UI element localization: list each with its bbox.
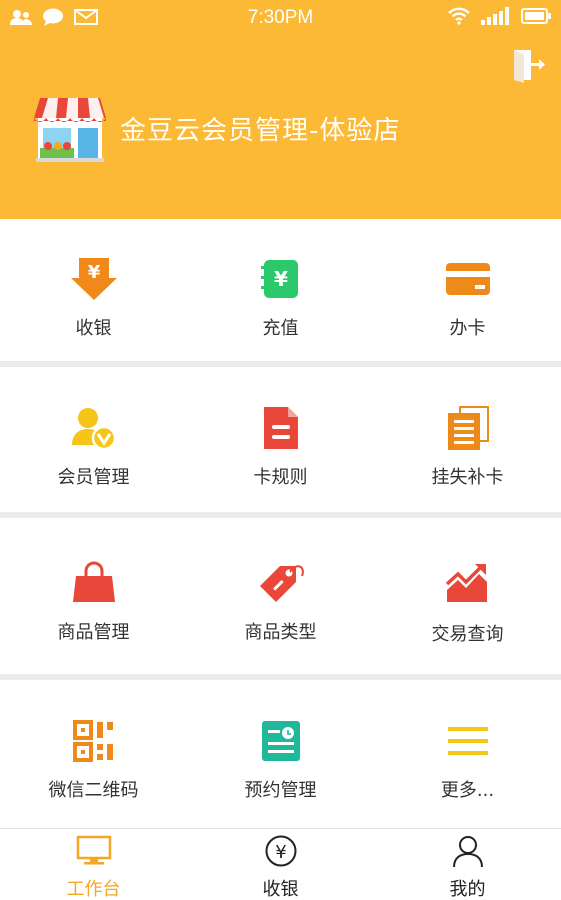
tab-cashier-label: 收银	[262, 879, 299, 900]
menu-row-3: 商品管理 商品类型 交易查询	[0, 518, 561, 674]
status-system	[447, 7, 551, 25]
more-label: 更多...	[440, 780, 495, 801]
cashier-label: 收银	[75, 318, 112, 339]
open-card-label: 办卡	[449, 318, 486, 339]
monitor-icon	[76, 835, 111, 865]
lost-replace-button[interactable]: 挂失补卡	[374, 405, 561, 489]
wechat-qr-button[interactable]: 微信二维码	[0, 718, 187, 802]
wechat-qr-label: 微信二维码	[48, 780, 139, 801]
shopping-bag-icon	[72, 561, 115, 602]
menu-row-2: 会员管理 卡规则 挂失补卡	[0, 367, 561, 512]
price-tag-icon	[259, 565, 304, 602]
lost-replace-label: 挂失补卡	[431, 467, 504, 488]
recharge-button[interactable]: ¥ 充值	[187, 256, 374, 340]
tab-mine[interactable]: 我的	[374, 835, 561, 900]
menu-row-4: 微信二维码 预约管理 更多...	[0, 680, 561, 828]
svg-text:¥: ¥	[274, 267, 288, 291]
logout-button[interactable]	[511, 47, 547, 83]
menu-lines-icon	[447, 727, 488, 755]
bottom-tab-bar: 工作台 ¥ 收银 我的	[0, 828, 561, 900]
cashier-button[interactable]: ¥ 收银	[0, 256, 187, 340]
more-button[interactable]: 更多...	[374, 718, 561, 802]
store-icon	[34, 98, 106, 162]
goods-manage-label: 商品管理	[57, 622, 130, 643]
card-rules-button[interactable]: 卡规则	[187, 405, 374, 489]
menu-row-1: ¥ 收银 ¥ 充值 办卡	[0, 219, 561, 361]
tab-cashier[interactable]: ¥ 收银	[187, 835, 374, 900]
card-rules-label: 卡规则	[253, 467, 308, 488]
status-bar: 7:30PM	[0, 0, 561, 36]
cashier-icon: ¥	[70, 258, 117, 300]
card-icon	[445, 263, 490, 295]
qr-code-icon	[72, 720, 113, 762]
tab-mine-label: 我的	[449, 879, 486, 900]
member-icon	[71, 408, 116, 451]
recharge-label: 充值	[262, 318, 299, 339]
header: 7:30PM 金豆云会员管理-体验店	[0, 0, 561, 219]
booking-manage-label: 预约管理	[244, 780, 317, 801]
document-icon	[263, 407, 298, 449]
booking-manage-button[interactable]: 预约管理	[187, 718, 374, 802]
trend-chart-icon	[445, 564, 487, 602]
copy-documents-icon	[447, 406, 489, 450]
svg-text:¥: ¥	[275, 842, 286, 863]
logout-icon	[514, 50, 545, 83]
tab-workbench[interactable]: 工作台	[0, 835, 187, 900]
transaction-query-label: 交易查询	[431, 624, 504, 645]
member-manage-button[interactable]: 会员管理	[0, 405, 187, 489]
wifi-icon	[448, 7, 470, 25]
calendar-clock-icon	[261, 721, 300, 761]
signal-icon	[481, 7, 509, 25]
tab-workbench-label: 工作台	[66, 879, 121, 900]
goods-types-button[interactable]: 商品类型	[187, 560, 374, 644]
yen-circle-icon: ¥	[265, 835, 296, 867]
user-icon	[452, 836, 483, 868]
goods-manage-button[interactable]: 商品管理	[0, 560, 187, 644]
store-name: 金豆云会员管理-体验店	[120, 116, 401, 146]
battery-icon	[521, 8, 551, 24]
svg-text:¥: ¥	[87, 262, 100, 283]
member-manage-label: 会员管理	[57, 467, 130, 488]
transaction-query-button[interactable]: 交易查询	[374, 562, 561, 646]
recharge-icon: ¥	[260, 260, 298, 298]
goods-types-label: 商品类型	[244, 622, 317, 643]
open-card-button[interactable]: 办卡	[374, 256, 561, 340]
